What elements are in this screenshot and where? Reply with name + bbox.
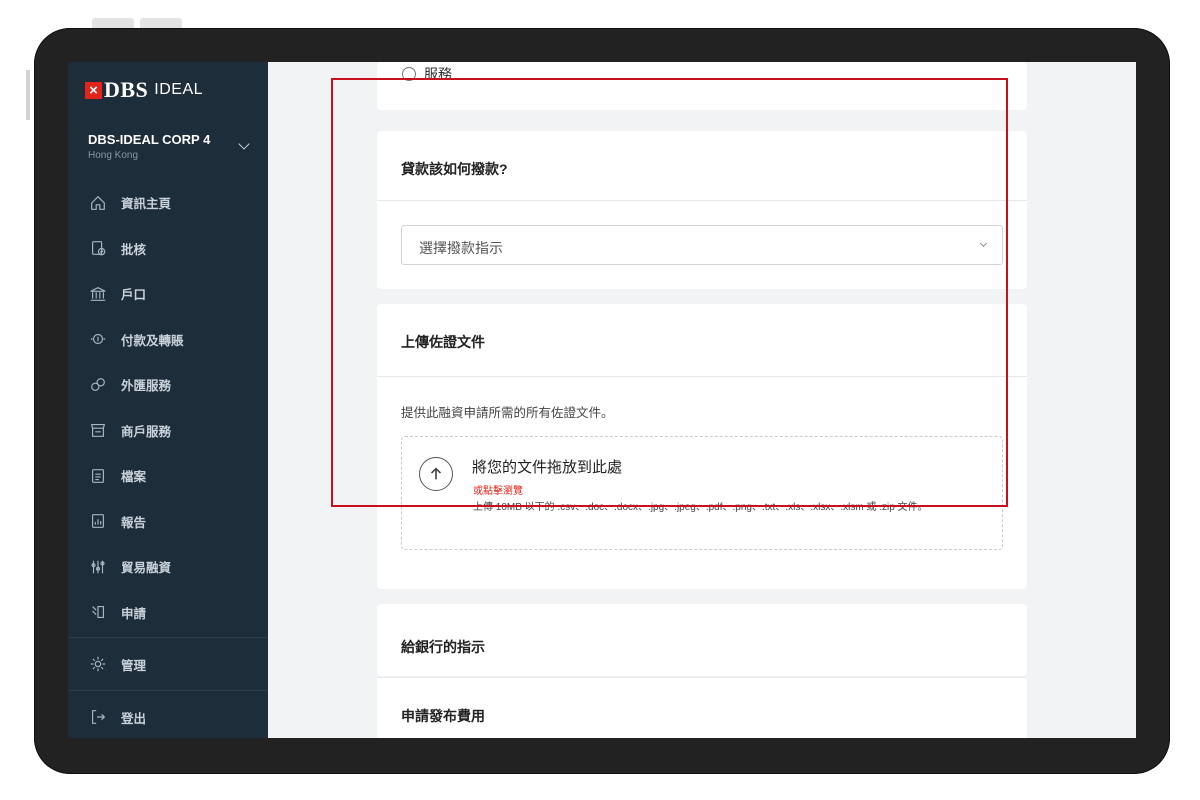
disbursement-title: 貸款該如何撥款? [401, 161, 508, 177]
sidebar-item-label: 付款及轉賬 [121, 333, 184, 348]
tablet-frame: × DBS IDEAL DBS-IDEAL CORP 4 Hong Kong 資… [34, 28, 1170, 774]
radio-label: 服務 [424, 66, 452, 82]
approval-icon [88, 238, 108, 258]
sidebar-item-label: 戶口 [121, 288, 147, 303]
sidebar-item-label: 申請 [121, 606, 147, 621]
sidebar-item-accounts[interactable]: 戶口 [68, 271, 268, 317]
upload-icon [419, 457, 453, 491]
chevron-down-icon [979, 239, 988, 248]
logo-mark: × [85, 81, 102, 99]
card-header: 貸款該如何撥款? [377, 131, 1027, 201]
dropzone-title: 將您的文件拖放到此處 [472, 459, 623, 476]
sidebar-bottom-nav: 管理 登出 [68, 637, 268, 738]
purpose-card: 服務 [377, 62, 1027, 110]
report-icon [88, 511, 108, 531]
logout-icon [88, 707, 108, 727]
select-placeholder: 選擇撥款指示 [419, 240, 503, 256]
upload-description: 提供此融資申請所需的所有佐證文件。 [401, 406, 614, 420]
radio-button[interactable] [402, 67, 416, 81]
sidebar-item-apply[interactable]: 申請 [68, 590, 268, 636]
payment-icon [88, 329, 108, 349]
browse-link[interactable]: 或點擊瀏覽 [473, 482, 523, 497]
sidebar-item-label: 批核 [121, 242, 147, 257]
sidebar-item-fx[interactable]: 外匯服務 [68, 362, 268, 408]
sidebar-item-merchant[interactable]: 商戶服務 [68, 408, 268, 454]
bank-instructions-title: 給銀行的指示 [401, 639, 485, 655]
fx-icon [88, 375, 108, 395]
sidebar-item-label: 報告 [121, 515, 147, 530]
account-name: DBS-IDEAL CORP 4 [88, 132, 211, 147]
bank-instructions-card: 給銀行的指示 [377, 604, 1027, 676]
upload-file-requirements: 上傳 10MB 以下的 .csv、.doc、.docx、.jpg、.jpeg、.… [473, 502, 928, 513]
logo-dbs-text: DBS [104, 77, 149, 102]
sidebar-item-trade[interactable]: 貿易融資 [68, 544, 268, 590]
sidebar-item-label: 檔案 [121, 470, 147, 485]
merchant-icon [88, 420, 108, 440]
apply-icon [88, 602, 108, 622]
disbursement-card: 貸款該如何撥款? 選擇撥款指示 [377, 131, 1027, 289]
sidebar-item-label: 外匯服務 [121, 379, 172, 394]
sidebar-item-payments[interactable]: 付款及轉賬 [68, 317, 268, 363]
sidebar-item-admin[interactable]: 管理 [68, 637, 268, 690]
main-content: 服務 貸款該如何撥款? 選擇撥款指示 上傳佐證文件 提供此融資申請所需的所有佐證… [268, 62, 1136, 738]
account-region: Hong Kong [88, 150, 139, 161]
fee-card: 申請發布費用 [377, 677, 1027, 738]
sidebar-item-label: 登出 [121, 711, 147, 726]
sidebar: × DBS IDEAL DBS-IDEAL CORP 4 Hong Kong 資… [68, 62, 268, 738]
bank-icon [88, 284, 108, 304]
app-screen: × DBS IDEAL DBS-IDEAL CORP 4 Hong Kong 資… [68, 62, 1136, 738]
trade-icon [88, 557, 108, 577]
sidebar-item-label: 資訊主頁 [121, 197, 172, 212]
sidebar-item-logout[interactable]: 登出 [68, 690, 268, 738]
sidebar-item-dashboard[interactable]: 資訊主頁 [68, 180, 268, 226]
file-dropzone[interactable]: 將您的文件拖放到此處 或點擊瀏覽 上傳 10MB 以下的 .csv、.doc、.… [401, 436, 1003, 550]
radio-option-service[interactable]: 服務 [402, 64, 452, 84]
sidebar-item-reports[interactable]: 報告 [68, 499, 268, 545]
account-switcher[interactable]: DBS-IDEAL CORP 4 Hong Kong [88, 132, 258, 161]
dbs-ideal-logo[interactable]: × DBS IDEAL [85, 77, 204, 102]
sidebar-item-approvals[interactable]: 批核 [68, 226, 268, 272]
sidebar-item-label: 貿易融資 [121, 561, 172, 576]
logo-ideal-text: IDEAL [154, 81, 204, 98]
home-icon [88, 193, 108, 213]
sidebar-item-label: 管理 [121, 658, 147, 673]
fee-title: 申請發布費用 [401, 708, 485, 724]
background-edge [26, 70, 30, 120]
sidebar-item-files[interactable]: 檔案 [68, 453, 268, 499]
upload-card: 上傳佐證文件 提供此融資申請所需的所有佐證文件。 將您的文件拖放到此處 或點擊瀏… [377, 304, 1027, 589]
disbursement-select[interactable]: 選擇撥款指示 [401, 225, 1003, 265]
gear-icon [88, 654, 108, 674]
upload-title: 上傳佐證文件 [401, 334, 485, 350]
sidebar-nav: 資訊主頁 批核 戶口 付款及轉賬 外匯服務 商戶服務 檔案 報告 貿易融資 申請 [68, 180, 268, 635]
card-header: 上傳佐證文件 [377, 304, 1027, 377]
file-icon [88, 466, 108, 486]
sidebar-item-label: 商戶服務 [121, 424, 172, 439]
